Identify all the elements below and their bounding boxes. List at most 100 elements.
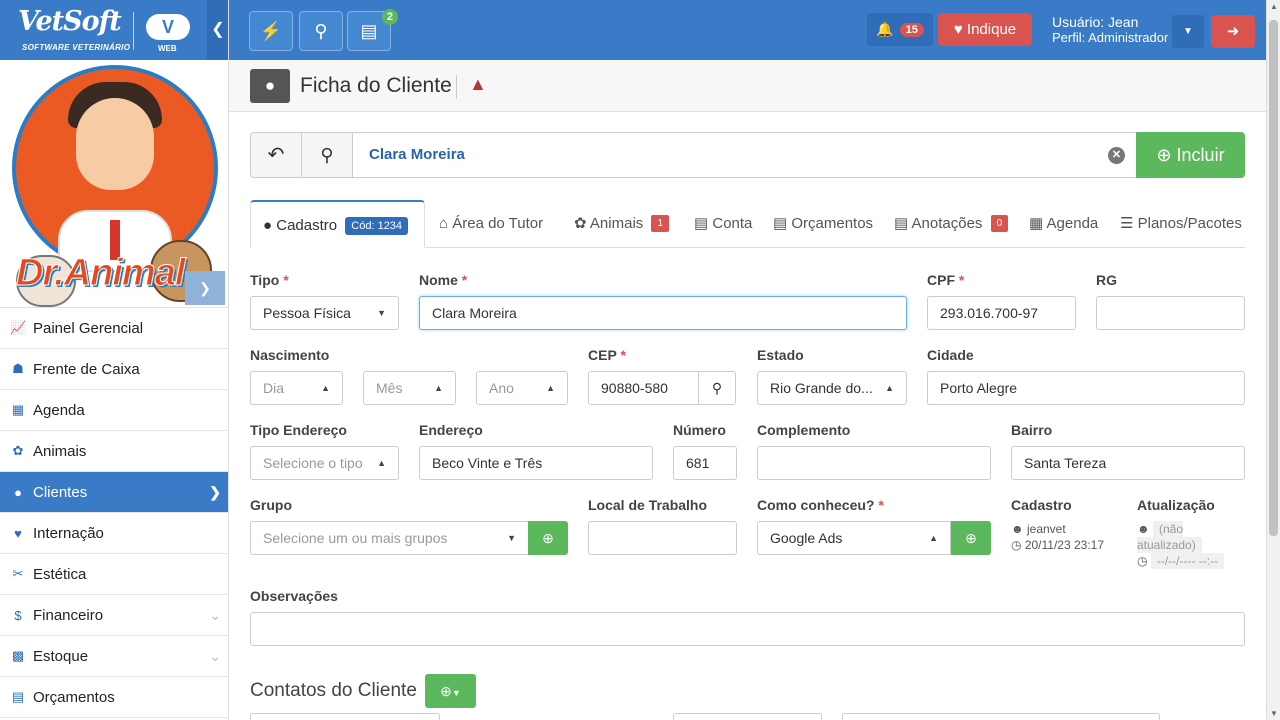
sidebar-item-painel-gerencial[interactable]: 📈 Painel Gerencial: [0, 308, 228, 349]
logout-button[interactable]: ➜: [1211, 15, 1255, 48]
sidebar-item-estoque[interactable]: ▩ Estoque ⌄: [0, 636, 228, 677]
estado-select[interactable]: Rio Grande do... ▲: [757, 371, 907, 405]
add-client-button[interactable]: ⊕ Incluir: [1136, 132, 1245, 178]
bairro-input[interactable]: Santa Tereza: [1011, 446, 1245, 480]
chevron-right-icon: ❯: [209, 483, 221, 500]
sidebar-item-frente-de-caixa[interactable]: ☗ Frente de Caixa: [0, 349, 228, 390]
tab-label: Planos/Pacotes: [1137, 215, 1242, 232]
tipo-endereco-select[interactable]: Selecione o tipo ▲: [250, 446, 399, 480]
complemento-label: Complemento: [757, 422, 851, 438]
heartbeat-icon: ♥: [14, 525, 22, 541]
undo-arrow-icon: ↶: [267, 144, 285, 166]
add-grupo-button[interactable]: ⊕: [528, 521, 568, 555]
scroll-up-icon[interactable]: ▲: [1270, 2, 1278, 11]
rg-label: RG: [1096, 272, 1117, 288]
cidade-label: Cidade: [927, 347, 974, 363]
sidebar-item-label: Clientes: [33, 483, 88, 501]
chevron-down-icon: ⌄: [209, 606, 221, 623]
contact-field-partial[interactable]: [842, 713, 1160, 720]
cash-register-icon: ▤: [360, 21, 378, 41]
search-client-button[interactable]: ⚲: [301, 132, 353, 178]
graduation-cap-icon[interactable]: ▲: [469, 74, 487, 95]
clear-search-icon[interactable]: ✕: [1108, 147, 1125, 164]
tipo-label: Tipo *: [250, 272, 289, 288]
sidebar-item-label: Frente de Caixa: [33, 360, 140, 378]
notifications-button[interactable]: 🔔 15: [867, 13, 933, 46]
back-button[interactable]: ↶: [250, 132, 302, 178]
brand-logo[interactable]: VetSoft: [18, 6, 122, 37]
tab-cadastro[interactable]: ● Cadastro Cód: 1234: [250, 200, 425, 248]
sidebar-item-label: Estoque: [33, 647, 89, 665]
tab-conta[interactable]: ▤ Conta: [694, 200, 752, 248]
ano-placeholder: Ano: [489, 380, 514, 396]
contact-field-partial[interactable]: [250, 713, 440, 720]
notifications-count: 15: [899, 22, 924, 37]
caret-up-icon: ▲: [377, 458, 386, 468]
quick-action-button[interactable]: ⚡: [249, 11, 293, 51]
sidebar-item-clientes[interactable]: ● Clientes ❯: [0, 472, 228, 513]
tab-orcamentos[interactable]: ▤ Orçamentos: [773, 200, 873, 248]
endereco-label: Endereço: [419, 422, 483, 438]
caret-down-icon: ▼: [507, 533, 516, 543]
grupo-label: Grupo: [250, 497, 292, 513]
contact-field-partial[interactable]: [673, 713, 822, 720]
sidebar-item-agenda[interactable]: ▦ Agenda: [0, 390, 228, 431]
grupo-select[interactable]: Selecione um ou mais grupos ▼: [250, 521, 529, 555]
user-menu-button[interactable]: ▼: [1172, 15, 1204, 48]
observacoes-label: Observações: [250, 588, 338, 604]
complemento-input[interactable]: [757, 446, 991, 480]
sidebar-item-orcamentos[interactable]: ▤ Orçamentos: [0, 677, 228, 718]
client-search-input[interactable]: Clara Moreira: [353, 132, 1137, 178]
cidade-input[interactable]: Porto Alegre: [927, 371, 1245, 405]
sidebar-item-internacao[interactable]: ♥ Internação: [0, 513, 228, 554]
user-name: Usuário: Jean: [1052, 14, 1139, 30]
ano-select[interactable]: Ano ▲: [476, 371, 568, 405]
add-como-conheceu-button[interactable]: ⊕: [951, 521, 991, 555]
observacoes-input[interactable]: [250, 612, 1245, 646]
cep-input[interactable]: 90880-580: [588, 371, 699, 405]
rg-input[interactable]: [1096, 296, 1245, 330]
sidebar-item-estetica[interactable]: ✂ Estética: [0, 554, 228, 595]
add-contact-dropdown-button[interactable]: ⊕▼: [425, 674, 476, 708]
boxes-icon: ▩: [11, 648, 25, 663]
tipo-select[interactable]: Pessoa Física ▼: [250, 296, 399, 330]
scrollbar-thumb[interactable]: [1269, 20, 1278, 536]
clock-icon: ◷: [1137, 554, 1148, 568]
bell-icon: 🔔: [876, 21, 894, 37]
page-scrollbar[interactable]: ▲ ▼: [1266, 0, 1280, 720]
search-icon: ⚲: [711, 380, 723, 396]
bairro-label: Bairro: [1011, 422, 1053, 438]
mes-select[interactable]: Mês ▲: [363, 371, 456, 405]
clock-icon: ◷: [1011, 538, 1022, 552]
cashier-button[interactable]: ▤ 2: [347, 9, 398, 51]
dia-select[interactable]: Dia ▲: [250, 371, 343, 405]
caret-up-icon: ▲: [321, 383, 330, 393]
web-badge-label: WEB: [158, 44, 177, 53]
como-conheceu-label: Como conheceu? *: [757, 497, 884, 513]
tab-animais[interactable]: ✿ Animais 1: [574, 200, 670, 248]
sidebar-item-animais[interactable]: ✿ Animais: [0, 431, 228, 472]
cadastro-datetime: 20/11/23 23:17: [1024, 538, 1105, 552]
cep-search-button[interactable]: ⚲: [698, 371, 736, 405]
cpf-input[interactable]: 293.016.700-97: [927, 296, 1076, 330]
user-icon: ●: [263, 217, 273, 234]
scroll-down-icon[interactable]: ▼: [1270, 709, 1278, 718]
tab-area-do-tutor[interactable]: ⌂ Área do Tutor: [439, 200, 543, 248]
indique-button[interactable]: ♥ Indique: [938, 13, 1032, 46]
global-search-button[interactable]: ⚲: [299, 11, 343, 51]
tab-planos-pacotes[interactable]: ☰ Planos/Pacotes: [1120, 200, 1242, 248]
sidebar-item-financeiro[interactable]: $ Financeiro ⌄: [0, 595, 228, 636]
local-trabalho-input[interactable]: [588, 521, 737, 555]
tab-agenda[interactable]: ▦ Agenda: [1029, 200, 1098, 248]
expand-logo-button[interactable]: ❯: [185, 271, 225, 305]
caret-down-icon: ▼: [451, 688, 461, 698]
add-client-label: Incluir: [1176, 145, 1225, 165]
endereco-input[interactable]: Beco Vinte e Três: [419, 446, 653, 480]
tab-anotacoes[interactable]: ▤ Anotações 0: [894, 200, 1009, 248]
como-conheceu-select[interactable]: Google Ads ▲: [757, 521, 951, 555]
sidebar-item-label: Animais: [33, 442, 87, 460]
numero-input[interactable]: 681: [673, 446, 737, 480]
nome-input[interactable]: Clara Moreira: [419, 296, 907, 330]
collapse-sidebar-button[interactable]: ❮: [207, 0, 228, 60]
search-icon: ⚲: [314, 21, 328, 41]
